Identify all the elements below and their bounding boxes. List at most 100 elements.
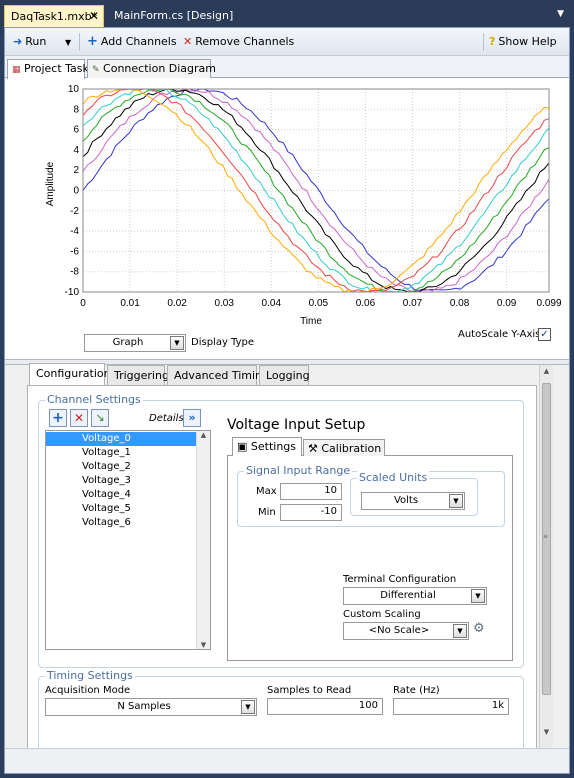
y-tick-label: -2 xyxy=(70,206,79,217)
details-expand-button[interactable]: » xyxy=(183,409,201,427)
scaled-units-group: Scaled Units Volts ▼ xyxy=(350,471,478,516)
acq-mode-select[interactable]: N Samples ▼ xyxy=(45,698,257,716)
channel-item-voltage-5[interactable]: Voltage_5 xyxy=(82,503,131,514)
timing-settings-group: Timing Settings Acquisition Mode N Sampl… xyxy=(38,669,524,756)
x-axis-label: Time xyxy=(300,316,322,327)
tab-triggering[interactable]: Triggering xyxy=(107,365,169,385)
rate-input[interactable]: 1k xyxy=(393,698,509,715)
custom-scaling-label: Custom Scaling xyxy=(343,609,421,620)
scroll-up-icon[interactable]: ▲ xyxy=(540,367,553,375)
remove-channels-label: Remove Channels xyxy=(195,35,295,48)
autoscale-label: AutoScale Y-Axis xyxy=(458,329,541,340)
configuration-tab-body: Channel Settings + ✕ ↘ Details » Voltage… xyxy=(27,385,537,756)
channel-settings-title: Channel Settings xyxy=(45,393,143,406)
y-tick-label: 0 xyxy=(73,186,79,197)
max-input[interactable]: 10 xyxy=(280,483,342,500)
samples-to-read-input[interactable]: 100 xyxy=(267,698,383,715)
doc-tab-label: MainForm.cs [Design] xyxy=(114,9,234,22)
y-tick-label: 6 xyxy=(73,125,79,136)
y-tick-label: -8 xyxy=(70,267,79,278)
x-tick-label: 0.02 xyxy=(167,298,187,309)
chevron-down-icon[interactable]: ▼ xyxy=(241,700,255,714)
toolbar-separator xyxy=(79,33,80,51)
tab-connection-diagram[interactable]: ✎ Connection Diagram xyxy=(87,59,216,78)
chevron-down-icon[interactable]: ▼ xyxy=(453,624,467,638)
display-type-select[interactable]: Graph ▼ xyxy=(84,334,186,352)
change-physical-channel-icon: ↘ xyxy=(95,411,105,424)
plus-icon: + xyxy=(87,34,98,49)
acq-mode-label: Acquisition Mode xyxy=(45,685,131,696)
tab-logging[interactable]: Logging xyxy=(259,365,310,385)
channel-item-voltage-6[interactable]: Voltage_6 xyxy=(82,517,131,528)
channel-list[interactable]: Voltage_0 Voltage_1 Voltage_2 Voltage_3 … xyxy=(45,430,211,650)
doc-tab-daqtask[interactable]: DaqTask1.mxb* ✕ xyxy=(4,5,104,27)
scroll-up-icon[interactable]: ▲ xyxy=(197,431,210,439)
y-tick-label: 2 xyxy=(73,165,79,176)
remove-channels-button[interactable]: ✕ Remove Channels xyxy=(183,35,294,48)
change-channel-button[interactable]: ↘ xyxy=(91,409,109,427)
y-tick-label: -10 xyxy=(65,287,80,298)
tab-label: Advanced Timing xyxy=(174,369,269,382)
terminal-config-label: Terminal Configuration xyxy=(343,574,457,585)
run-button[interactable]: ➜ Run xyxy=(13,35,46,48)
tab-project-task[interactable]: ▦ Project Task xyxy=(7,59,89,79)
y-tick-label: -4 xyxy=(70,226,79,237)
chevron-down-icon[interactable]: ▼ xyxy=(557,9,564,19)
run-dropdown-chevron-icon[interactable]: ▼ xyxy=(65,38,71,47)
x-tick-label: 0.05 xyxy=(309,298,329,309)
x-tick-label: 0.06 xyxy=(356,298,376,309)
chart-grid xyxy=(82,88,550,293)
channel-list-scrollbar[interactable]: ▲ ▼ xyxy=(196,431,210,649)
panel-scrollbar[interactable]: ▲ ≡ ▼ xyxy=(539,365,553,748)
custom-scaling-value: <No Scale> xyxy=(368,625,430,636)
add-channels-button[interactable]: + Add Channels xyxy=(87,35,177,48)
run-arrow-icon: ➜ xyxy=(13,35,23,48)
acq-mode-value: N Samples xyxy=(117,701,171,712)
help-icon: ? xyxy=(489,35,496,48)
settings-icon: ▣ xyxy=(237,440,248,453)
chevron-down-icon[interactable]: ▼ xyxy=(471,589,485,603)
close-icon[interactable]: ✕ xyxy=(89,9,99,23)
signal-input-range-title: Signal Input Range xyxy=(244,464,353,477)
toolbar-separator xyxy=(483,33,484,51)
plus-icon: + xyxy=(52,410,64,426)
terminal-config-select[interactable]: Differential ▼ xyxy=(343,587,487,605)
doc-tab-mainform[interactable]: MainForm.cs [Design] xyxy=(108,5,248,27)
display-type-value: Graph xyxy=(112,337,144,348)
scroll-down-icon[interactable]: ▼ xyxy=(197,641,210,649)
waveform-graph: 0 0.01 0.02 0.03 0.04 0.05 0.06 0.07 0.08 0.09 0.0… xyxy=(5,79,569,357)
grip-icon: ≡ xyxy=(543,533,549,540)
tab-configuration[interactable]: Configuration xyxy=(29,363,111,385)
remove-channel-button[interactable]: ✕ xyxy=(70,409,88,427)
add-channel-button[interactable]: + xyxy=(49,409,67,427)
channel-item-voltage-2[interactable]: Voltage_2 xyxy=(82,461,131,472)
channel-item-voltage-1[interactable]: Voltage_1 xyxy=(82,447,131,458)
scroll-down-icon[interactable]: ▼ xyxy=(540,728,553,736)
tab-label: Calibration xyxy=(321,442,382,455)
tab-label: Project Task xyxy=(24,62,89,75)
show-help-button[interactable]: ? Show Help xyxy=(489,35,557,48)
autoscale-checkbox[interactable]: ✓ xyxy=(538,328,551,341)
channel-item-voltage-3[interactable]: Voltage_3 xyxy=(82,475,131,486)
chevron-down-icon[interactable]: ▼ xyxy=(170,336,184,350)
y-tick-label: 10 xyxy=(68,84,80,95)
tab-settings[interactable]: ▣ Settings xyxy=(232,437,302,456)
wrench-icon[interactable]: ⚙ xyxy=(473,621,485,636)
show-help-label: Show Help xyxy=(498,35,557,48)
tab-label: Configuration xyxy=(36,367,111,380)
min-input[interactable]: -10 xyxy=(280,504,342,521)
run-label: Run xyxy=(25,35,47,48)
tab-advanced-timing[interactable]: Advanced Timing xyxy=(167,365,269,385)
timing-settings-title: Timing Settings xyxy=(45,669,135,682)
samples-to-read-label: Samples to Read xyxy=(267,685,352,696)
task-editor: ➜ Run ▼ + Add Channels ✕ Remove Channels ? S… xyxy=(4,27,570,774)
channel-item-voltage-4[interactable]: Voltage_4 xyxy=(82,489,131,500)
scaled-units-select[interactable]: Volts ▼ xyxy=(361,492,465,510)
chevron-down-icon[interactable]: ▼ xyxy=(449,494,463,508)
channel-item-voltage-0[interactable]: Voltage_0 xyxy=(82,433,131,444)
y-tick-label: 8 xyxy=(73,104,79,115)
custom-scaling-select[interactable]: <No Scale> ▼ xyxy=(343,622,469,640)
tab-label: Logging xyxy=(266,369,310,382)
y-axis-label: Amplitude xyxy=(45,161,56,206)
tab-calibration[interactable]: ⚒ Calibration xyxy=(303,439,385,456)
